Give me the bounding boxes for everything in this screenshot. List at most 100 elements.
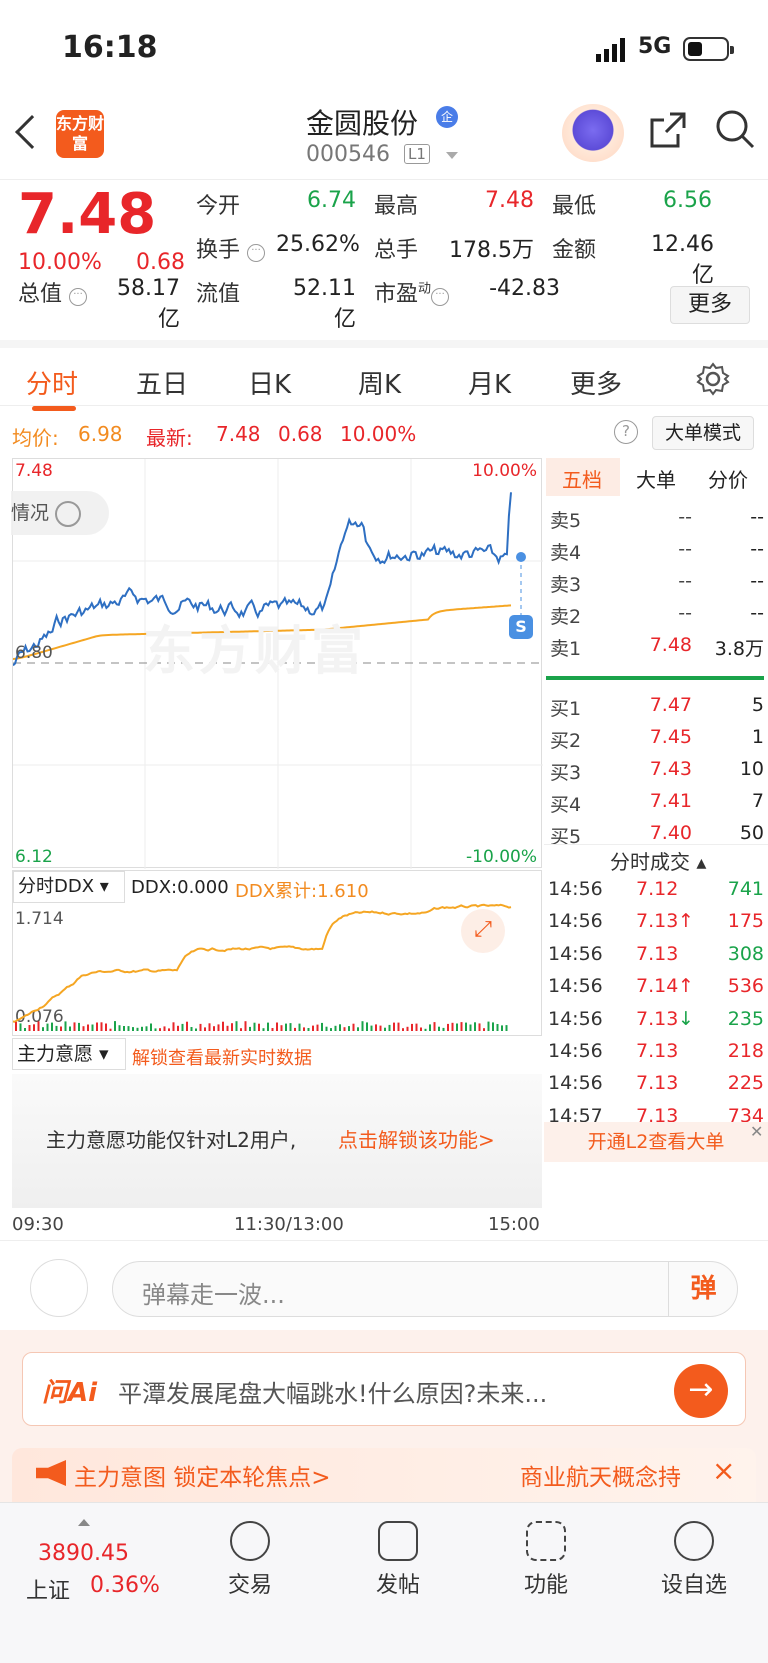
ddx-bars bbox=[15, 1021, 508, 1031]
promo-right-link[interactable]: 商业航天概念持 bbox=[520, 1458, 681, 1492]
info-dots-icon[interactable]: ··· bbox=[431, 288, 450, 306]
close-icon[interactable]: × bbox=[712, 1454, 735, 1487]
ddx-bar bbox=[154, 1028, 157, 1031]
ddx-bar bbox=[496, 1024, 499, 1031]
latest-label: 最新: bbox=[146, 426, 193, 450]
main-force-panel: 主力意愿 ▾ 解锁查看最新实时数据 主力意愿功能仅针对L2用户, 点击解锁该功能… bbox=[12, 1038, 542, 1208]
tab-five-day[interactable]: 五日 bbox=[136, 364, 188, 401]
level-badge[interactable]: L1 bbox=[404, 144, 430, 164]
ddx-bar bbox=[127, 1026, 130, 1031]
share-icon[interactable] bbox=[648, 110, 688, 150]
amount-value: 12.46亿 bbox=[651, 232, 714, 288]
turnover-label: 换手 ··· bbox=[196, 232, 266, 264]
chevron-down-icon[interactable] bbox=[446, 152, 458, 159]
trades-title[interactable]: 分时成交 ▴ bbox=[610, 846, 706, 875]
tab-weekly-k[interactable]: 周K bbox=[358, 364, 401, 401]
nav-trade[interactable]: 交易 bbox=[190, 1521, 310, 1599]
more-button[interactable]: 更多 bbox=[670, 286, 750, 324]
promo-left-link[interactable]: 主力意图 锁定本轮焦点> bbox=[74, 1458, 331, 1492]
ddx-bar bbox=[411, 1023, 413, 1031]
tab-intraday[interactable]: 分时 bbox=[26, 364, 78, 401]
ddx-bar bbox=[321, 1022, 323, 1031]
index-pct[interactable]: 0.36% bbox=[90, 1573, 160, 1598]
sell-level-volume: -- bbox=[750, 570, 764, 592]
info-dots-icon[interactable]: ··· bbox=[247, 244, 266, 262]
sell-level-label: 卖3 bbox=[550, 574, 582, 596]
ddx-bar bbox=[204, 1027, 206, 1031]
ddx-bar bbox=[280, 1025, 283, 1031]
ddx-bar bbox=[285, 1023, 287, 1031]
ddx-bar bbox=[249, 1026, 251, 1031]
nav-functions[interactable]: 功能 bbox=[486, 1521, 606, 1599]
unlock-link[interactable]: 解锁查看最新实时数据 bbox=[132, 1044, 312, 1070]
ddx-bar bbox=[393, 1022, 395, 1031]
ddx-bar bbox=[402, 1028, 404, 1031]
ddx-acc-line bbox=[13, 903, 512, 1023]
sell-level-volume: -- bbox=[750, 602, 764, 624]
settings-gear-icon[interactable] bbox=[696, 362, 730, 396]
ddx-bar bbox=[289, 1023, 292, 1031]
buy-level-row: 买4 7.41 7 bbox=[544, 790, 766, 820]
market-cap-value: 58.17亿 bbox=[117, 276, 180, 332]
l2-upgrade-link[interactable]: 开通L2查看大单 bbox=[544, 1122, 768, 1162]
tab-monthly-k[interactable]: 月K bbox=[468, 364, 511, 401]
ddx-bar bbox=[424, 1028, 427, 1031]
danmu-settings-icon[interactable] bbox=[30, 1259, 88, 1317]
stock-code[interactable]: 000546 bbox=[306, 142, 390, 167]
time-axis-start: 09:30 bbox=[12, 1214, 64, 1235]
info-dots-icon[interactable]: ··· bbox=[69, 288, 88, 306]
ddx-bar bbox=[19, 1023, 22, 1031]
book-tab-big-order[interactable]: 大单 bbox=[636, 464, 676, 493]
ddx-bar bbox=[118, 1025, 121, 1031]
ddx-bar bbox=[483, 1028, 485, 1031]
sell-level-row: 卖4 -- -- bbox=[544, 538, 766, 568]
sell-level-volume: 3.8万 bbox=[714, 638, 764, 660]
ai-robot-icon[interactable] bbox=[562, 104, 624, 162]
book-tab-price-dist[interactable]: 分价 bbox=[708, 464, 748, 493]
index-value[interactable]: 3890.45 bbox=[38, 1541, 129, 1566]
ai-question-text[interactable]: 平潭发展尾盘大幅跳水!什么原因?未来... bbox=[118, 1374, 547, 1409]
tab-more[interactable]: 更多 bbox=[570, 364, 622, 401]
index-name[interactable]: 上证 bbox=[26, 1573, 70, 1605]
trade-volume: 218 bbox=[727, 1040, 764, 1062]
active-tab-indicator bbox=[32, 406, 76, 411]
arrow-right-icon[interactable]: → bbox=[674, 1364, 728, 1418]
ai-section: 问Ai 平潭发展尾盘大幅跳水!什么原因?未来... → 主力意图 锁定本轮焦点>… bbox=[0, 1330, 768, 1502]
big-order-mode-button[interactable]: 大单模式 bbox=[652, 416, 754, 450]
ddx-bar bbox=[384, 1027, 386, 1031]
market-cap-label: 总值 ··· bbox=[18, 276, 88, 308]
ddx-bar bbox=[487, 1021, 490, 1031]
tab-daily-k[interactable]: 日K bbox=[248, 364, 291, 401]
danmu-send-button[interactable]: 弹 bbox=[668, 1261, 738, 1317]
avg-value: 6.98 bbox=[78, 422, 123, 446]
buy-level-price: 7.47 bbox=[649, 694, 692, 716]
situation-tag[interactable]: 情况 bbox=[11, 491, 109, 535]
close-icon[interactable]: ✕ bbox=[750, 1122, 763, 1141]
trade-time: 14:56 bbox=[548, 1040, 603, 1062]
trade-price: 7.13 bbox=[636, 942, 679, 965]
ddx-bar bbox=[312, 1025, 314, 1031]
sell-signal-icon[interactable]: S bbox=[509, 615, 533, 639]
pct-top-label: 10.00% bbox=[472, 461, 537, 481]
help-icon[interactable]: ? bbox=[614, 420, 638, 444]
ddx-bar bbox=[258, 1023, 260, 1031]
ddx-bar bbox=[505, 1025, 508, 1031]
back-icon[interactable] bbox=[15, 115, 49, 149]
ddx-bar bbox=[501, 1025, 503, 1031]
status-time: 16:18 bbox=[62, 30, 158, 65]
expand-icon[interactable]: ⤢ bbox=[461, 909, 505, 953]
ddx-bar bbox=[60, 1026, 62, 1031]
nav-post[interactable]: 发帖 bbox=[338, 1521, 458, 1599]
ddx-bar bbox=[51, 1022, 53, 1031]
main-force-selector[interactable]: 主力意愿 ▾ bbox=[12, 1038, 126, 1070]
nav-add-watchlist[interactable]: 设自选 bbox=[634, 1521, 754, 1599]
trade-direction: ↓ bbox=[678, 1007, 694, 1030]
ddx-bar bbox=[492, 1022, 494, 1031]
book-tab-level5[interactable]: 五档 bbox=[562, 464, 602, 493]
intraday-chart[interactable]: 东方财富 7.48 6.80 6.12 10.00% -10.00% 情况 S bbox=[11, 458, 543, 869]
buy-level-volume: 50 bbox=[739, 822, 764, 844]
turnover-value: 25.62% bbox=[276, 232, 360, 257]
trade-price: 7.12 bbox=[636, 878, 679, 900]
search-icon[interactable] bbox=[714, 108, 756, 150]
unlock-feature-link[interactable]: 点击解锁该功能> bbox=[338, 1124, 495, 1153]
